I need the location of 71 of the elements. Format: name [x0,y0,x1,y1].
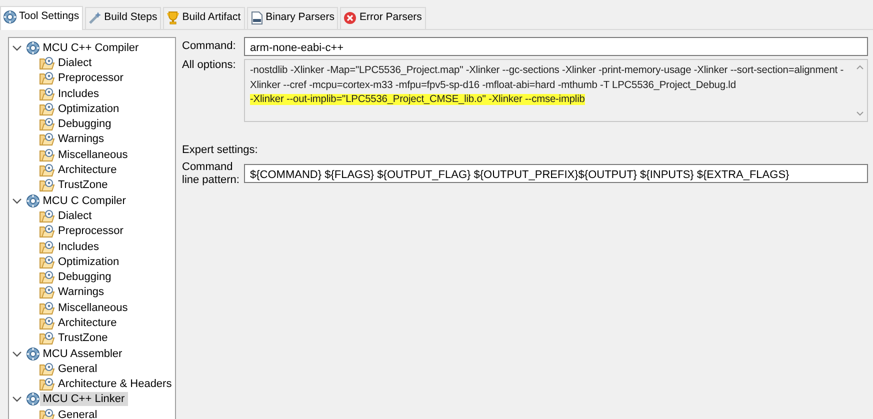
folder-gear-icon [39,316,55,330]
gear-icon [26,194,40,208]
tab[interactable]: Build Steps [85,7,162,29]
tree-item[interactable]: TrustZone [55,178,111,192]
folder-gear-icon [39,224,55,238]
tab[interactable]: Tool Settings [0,6,84,30]
field-label: Command: [182,38,237,54]
folder-gear-icon [39,377,55,392]
tree-item[interactable]: Miscellaneous [55,300,131,315]
folder-gear-icon [39,285,55,300]
expand-chevron-icon[interactable] [11,42,23,53]
tree-item[interactable]: Architecture [55,316,120,330]
tree-item[interactable]: Preprocessor [55,71,126,86]
folder-gear-icon [39,208,55,223]
binary-file-icon [250,11,264,26]
folder-gear-icon [39,254,55,269]
folder-gear-icon [39,117,55,132]
folder-gear-icon [39,56,55,70]
tree-item[interactable]: Warnings [55,285,108,300]
gear-icon [26,392,40,406]
section-heading: Expert settings: [182,142,259,158]
tree-item[interactable]: Includes [55,86,102,101]
wand-icon [88,11,102,26]
tree-item[interactable]: General [55,408,100,419]
tree-item[interactable]: MCU C++ Linker [40,392,128,406]
tab[interactable]: Binary Parsers [246,7,338,29]
gear-icon [3,10,17,24]
folder-gear-icon [39,148,55,162]
tree-item[interactable]: MCU C Compiler [40,194,129,208]
tree-item[interactable]: Debugging [55,117,114,132]
tab[interactable]: Error Parsers [340,7,426,29]
folder-gear-icon [39,178,55,192]
pattern-field[interactable]: ${COMMAND} ${FLAGS} ${OUTPUT_FLAG} ${OUTPUT_PREFIX}${OUTPUT} ${INPUTS} ${EXTRA_FLAGS} [244,164,868,182]
gear-icon [26,40,40,55]
folder-gear-icon [39,270,55,284]
tree-item[interactable]: Architecture & Headers [55,377,175,392]
tree-item[interactable]: General [55,362,100,376]
folder-gear-icon [39,86,55,101]
tree-item[interactable]: Dialect [55,208,95,223]
tree-item[interactable]: Debugging [55,270,114,284]
options-text: -nostdlib -Xlinker -Map="LPC5536_Project.map" -Xlinker --gc-sections -Xlinker -print-memory-usage -Xlinker --sort-section=alignment -Xlinker --cref -mcpu=cortex-m33 -mfpu=fpv5-sp-d16 -mfloat-abi=hard -mthumb -T LPC5536_Project_Debug.ld [250,65,844,90]
tree-item[interactable]: Warnings [55,132,108,146]
tree-item[interactable]: TrustZone [55,331,111,346]
folder-gear-icon [39,331,55,346]
folder-gear-icon [39,300,55,315]
folder-gear-icon [39,71,55,86]
tree-item[interactable]: Includes [55,240,102,254]
folder-gear-icon [39,132,55,146]
expand-chevron-icon[interactable] [11,394,23,404]
tree-item[interactable]: Architecture [55,163,120,178]
highlighted-text: -Xlinker --out-implib="LPC5536_Project_CMSE_lib.o" -Xlinker --cmse-implib [250,94,585,105]
trophy-icon [166,11,180,26]
tree-item[interactable]: MCU Assembler [40,346,126,361]
folder-gear-icon [39,163,55,178]
tree-item[interactable]: Miscellaneous [55,148,131,162]
expand-chevron-icon[interactable] [11,348,23,359]
field-label: Command line pattern: [182,160,240,187]
tree-item[interactable]: Preprocessor [55,224,126,238]
tree-item[interactable]: Optimization [55,254,122,269]
field-label: All options: [182,59,237,73]
folder-gear-icon [39,102,55,116]
tab[interactable]: Build Artifact [163,7,245,29]
expand-chevron-icon[interactable] [11,196,23,206]
folder-gear-icon [39,240,55,254]
folder-gear-icon [39,362,55,376]
tree-item[interactable]: Dialect [55,56,95,70]
tree-item[interactable]: MCU C++ Compiler [40,40,142,55]
tree-item[interactable]: Optimization [55,102,122,116]
error-icon [343,11,358,26]
gear-icon [26,346,40,361]
command-field[interactable]: arm-none-eabi-c++ [244,37,868,56]
